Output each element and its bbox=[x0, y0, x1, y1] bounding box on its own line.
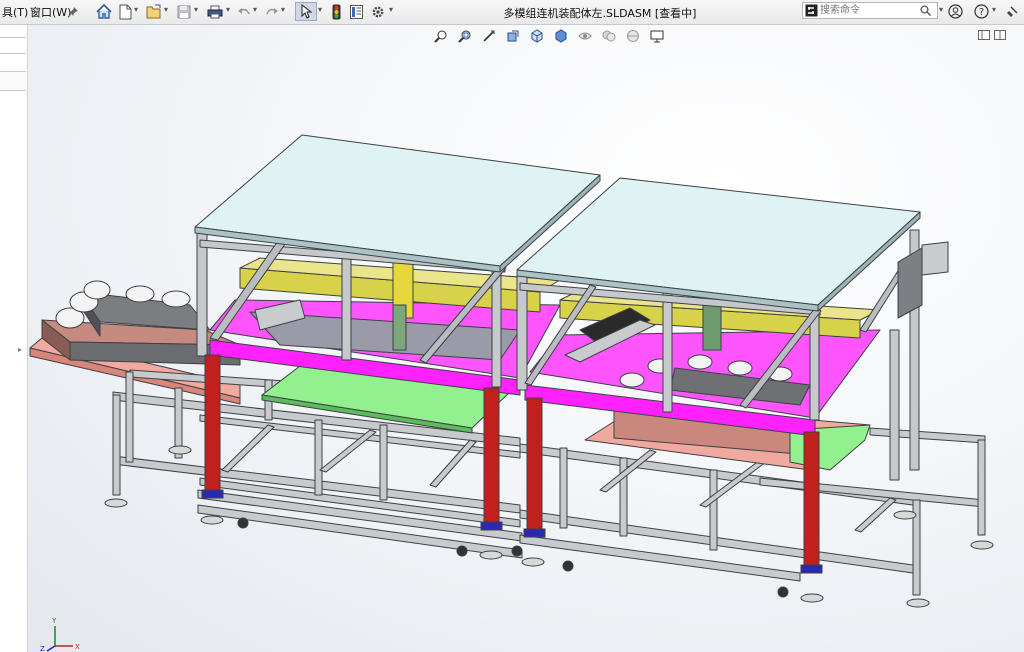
left-red-post-front bbox=[204, 354, 221, 496]
title-bar: 具(T) 窗口(W) ▾ ▾ ▾ ▾ ▾ ▾ ▾ ▾ 多模组连机装配体左.SLD… bbox=[0, 0, 1024, 25]
triad-z-label: Z bbox=[40, 645, 45, 652]
search-box[interactable] bbox=[802, 2, 938, 19]
search-icon[interactable] bbox=[920, 5, 931, 16]
pin-panel-icon[interactable] bbox=[1004, 2, 1020, 21]
pin-icon[interactable] bbox=[66, 2, 80, 21]
undo-dropdown[interactable]: ▾ bbox=[253, 5, 257, 14]
select-pointer-icon[interactable] bbox=[295, 2, 317, 21]
assembly-model[interactable]: Y X Z bbox=[0, 25, 1024, 652]
solidworks-logo-icon bbox=[805, 4, 818, 17]
search-input[interactable] bbox=[820, 3, 916, 18]
options-dropdown[interactable]: ▾ bbox=[389, 5, 393, 14]
new-file-icon[interactable] bbox=[117, 2, 133, 21]
left-red-post-back bbox=[483, 387, 500, 527]
search-dropdown[interactable]: ▾ bbox=[939, 5, 943, 14]
right-red-post-front bbox=[526, 397, 543, 534]
print-dropdown[interactable]: ▾ bbox=[226, 5, 230, 14]
menu-tools[interactable]: 具(T) bbox=[2, 4, 28, 20]
help-icon[interactable]: ? bbox=[972, 2, 990, 21]
user-account-icon[interactable] bbox=[946, 2, 964, 21]
redo-icon[interactable] bbox=[264, 2, 280, 21]
coordinate-triad: Y X Z bbox=[40, 617, 80, 652]
control-panel-box bbox=[897, 247, 923, 319]
new-file-dropdown[interactable]: ▾ bbox=[134, 5, 138, 14]
undo-icon[interactable] bbox=[236, 2, 252, 21]
svg-text:?: ? bbox=[978, 7, 983, 18]
redo-dropdown[interactable]: ▾ bbox=[281, 5, 285, 14]
file-properties-icon[interactable] bbox=[348, 2, 364, 21]
options-gear-icon[interactable] bbox=[369, 2, 387, 21]
print-icon[interactable] bbox=[205, 2, 225, 21]
right-module[interactable] bbox=[516, 177, 949, 574]
triad-y-label: Y bbox=[51, 617, 57, 625]
traffic-light-icon[interactable] bbox=[329, 2, 343, 21]
home-icon[interactable] bbox=[94, 2, 114, 21]
select-dropdown[interactable]: ▾ bbox=[318, 5, 322, 14]
save-icon[interactable] bbox=[175, 2, 193, 21]
open-file-icon[interactable] bbox=[145, 2, 163, 21]
right-red-post-back bbox=[803, 431, 820, 570]
save-dropdown[interactable]: ▾ bbox=[194, 5, 198, 14]
document-title: 多模组连机装配体左.SLDASM [查看中] bbox=[503, 7, 697, 20]
open-file-dropdown[interactable]: ▾ bbox=[164, 5, 168, 14]
help-dropdown[interactable]: ▾ bbox=[992, 5, 996, 14]
triad-x-label: X bbox=[75, 643, 80, 651]
